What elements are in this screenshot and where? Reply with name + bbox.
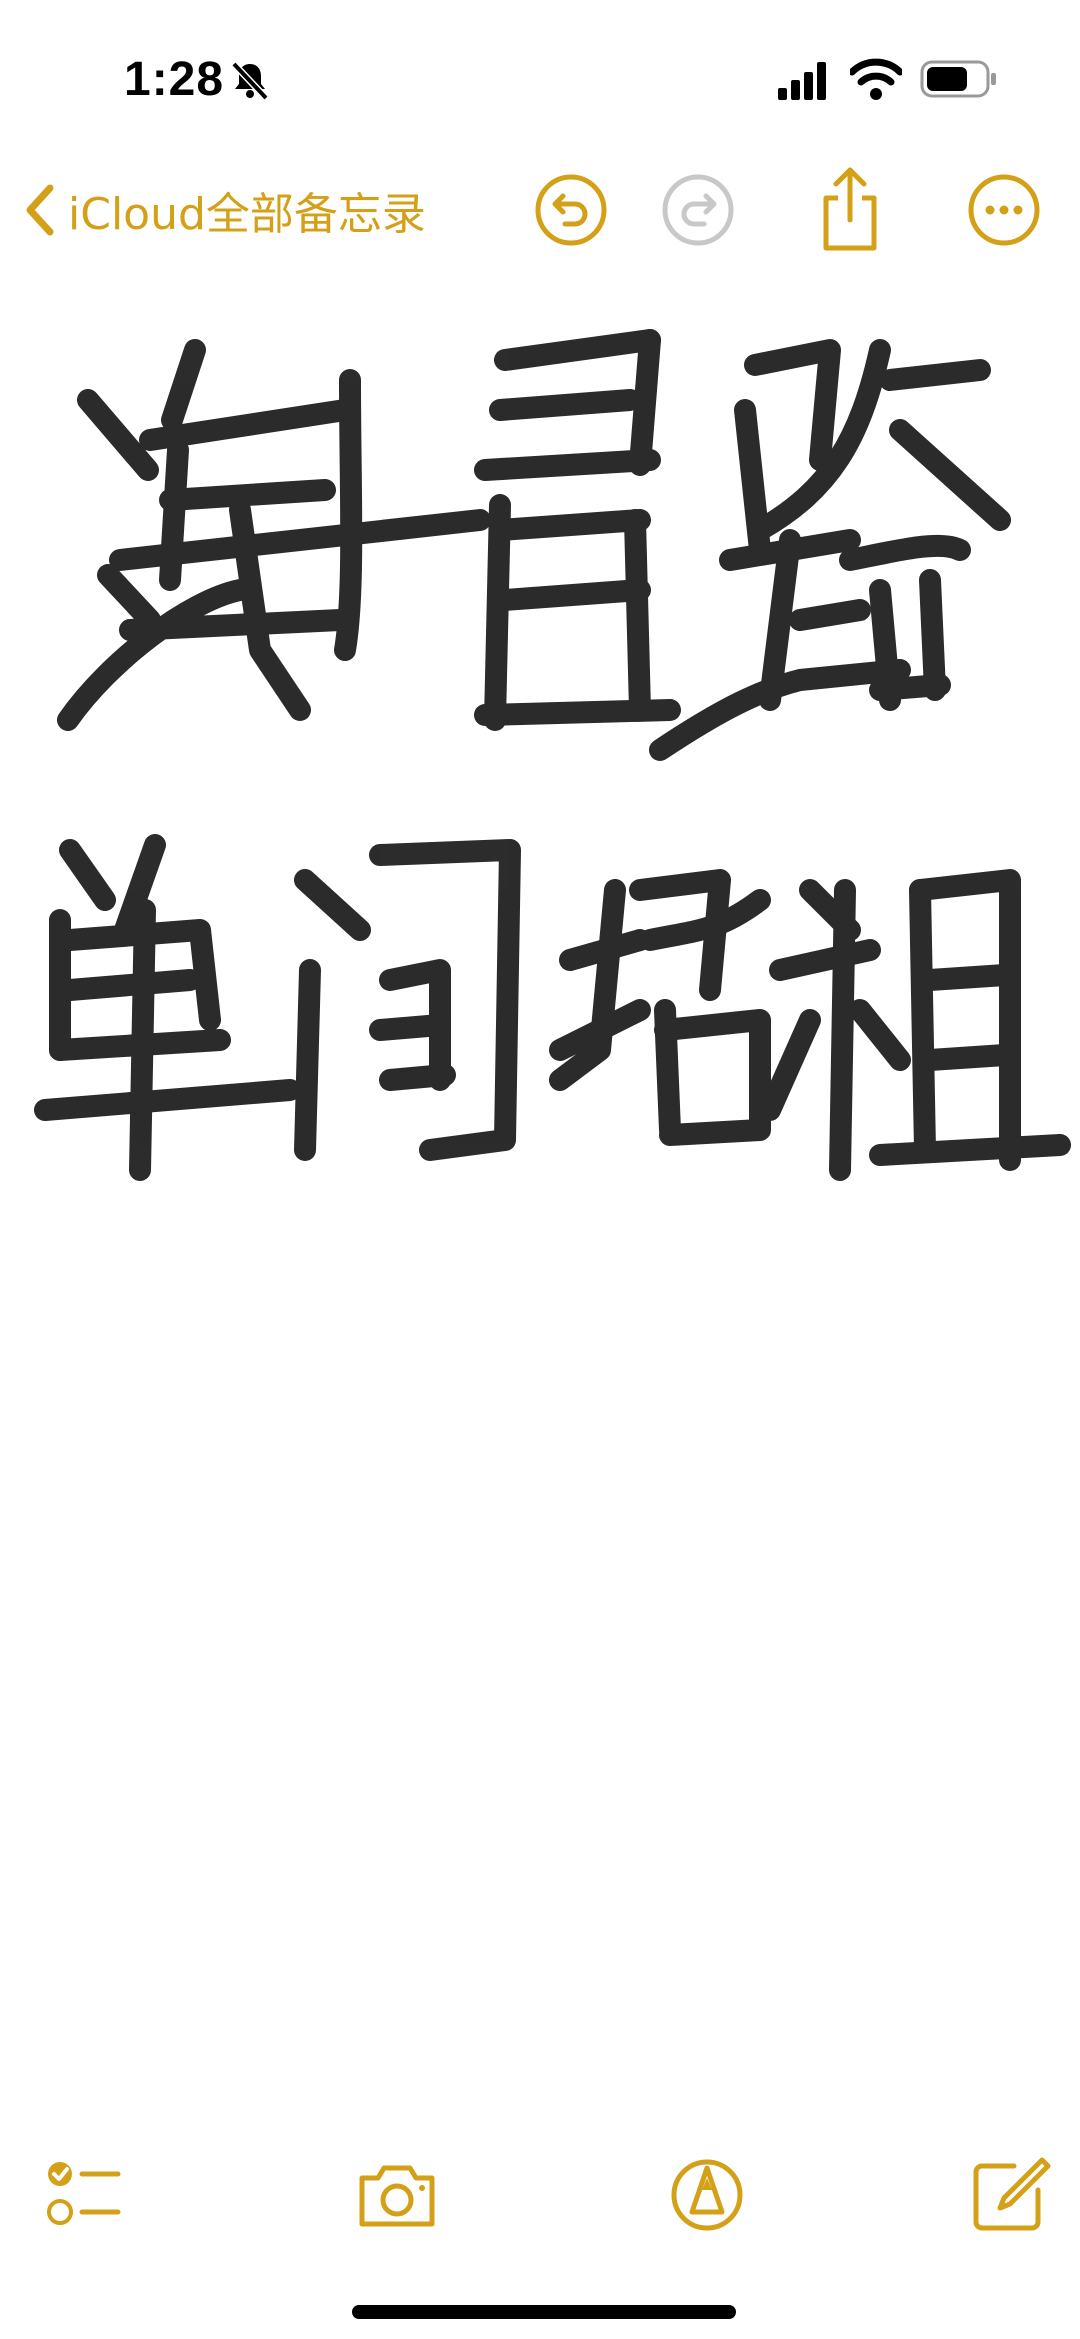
checklist-icon[interactable] <box>38 2150 128 2240</box>
back-button-label: iCloud全部备忘录 <box>68 189 426 240</box>
drawing-canvas[interactable] <box>0 290 1080 1290</box>
camera-icon[interactable] <box>352 2150 442 2240</box>
navigation-bar: iCloud全部备忘录 <box>0 150 1080 270</box>
cellular-signal-icon <box>778 62 826 100</box>
home-indicator[interactable] <box>352 2305 736 2319</box>
pen-tip-icon[interactable] <box>662 2150 752 2240</box>
compose-icon[interactable] <box>964 2150 1054 2240</box>
status-bar: 1:28 <box>0 0 1080 150</box>
status-time: 1:28 <box>124 53 225 106</box>
handwriting-drawing <box>34 329 1071 1181</box>
battery-icon <box>920 60 996 98</box>
ellipsis-circle-icon[interactable] <box>966 172 1042 248</box>
wifi-icon <box>850 58 902 100</box>
bottom-toolbar <box>0 2150 1080 2250</box>
share-icon[interactable] <box>812 164 888 254</box>
redo-icon[interactable] <box>660 172 736 248</box>
bell-slash-icon <box>231 61 269 101</box>
chevron-left-icon <box>26 184 54 236</box>
undo-icon[interactable] <box>533 172 609 248</box>
back-button[interactable]: iCloud全部备忘录 <box>20 170 426 250</box>
